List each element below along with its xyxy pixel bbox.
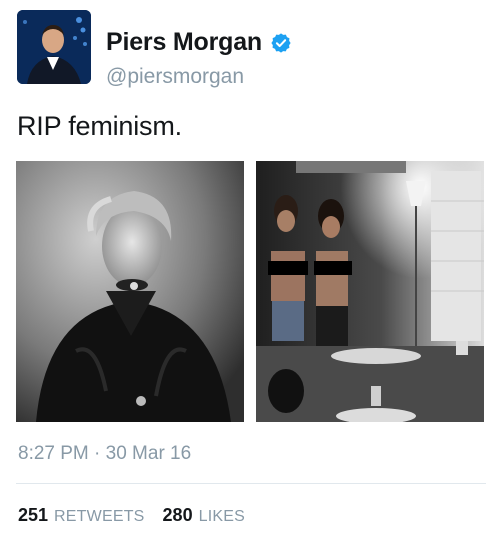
divider (16, 483, 486, 484)
likes-label: LIKES (198, 508, 245, 525)
verified-badge-icon (270, 32, 292, 54)
retweets-stat[interactable]: 251 RETWEETS (18, 505, 145, 526)
user-handle[interactable]: @piersmorgan (106, 65, 244, 89)
display-name[interactable]: Piers Morgan (106, 28, 262, 57)
media-image-left[interactable] (16, 161, 244, 422)
tweet-header: Piers Morgan @piersmorgan (17, 10, 487, 88)
tweet-stats: 251 RETWEETS 280 LIKES (18, 505, 263, 526)
media-image-right[interactable] (256, 161, 484, 422)
likes-count: 280 (162, 505, 193, 525)
tweet-timestamp[interactable]: 8:27 PM · 30 Mar 16 (18, 443, 191, 465)
retweets-label: RETWEETS (54, 508, 145, 525)
tweet-text: RIP feminism. (17, 111, 182, 141)
avatar[interactable] (17, 10, 91, 84)
name-row: Piers Morgan (106, 28, 292, 57)
likes-stat[interactable]: 280 LIKES (163, 505, 245, 526)
avatar-image (17, 10, 91, 84)
retweets-count: 251 (18, 505, 49, 525)
